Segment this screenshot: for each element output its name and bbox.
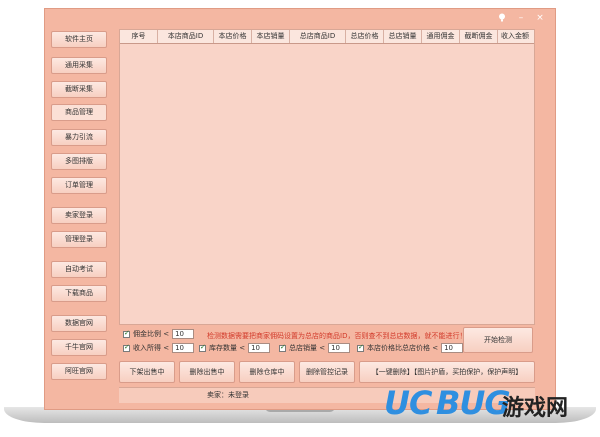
delete-control-record-button[interactable]: 删除管控记录 [299,361,355,383]
app-window: – × 软件主页 通用采集 截断采集 商品管理 暴力引流 多图排版 订单管理 卖… [44,8,556,410]
stock-checkbox[interactable] [199,343,206,352]
column-header[interactable]: 序号 [120,30,158,43]
sidebar-item-multi-image[interactable]: 多图排版 [51,153,107,170]
price-checkbox[interactable] [357,343,364,352]
table-header: 序号 本店商品ID 本店价格 本店销量 总店商品ID 总店价格 总店销量 通用佣… [120,30,534,44]
one-click-delete-button[interactable]: 【一键删除】【图片护盾，买拍保护，保护声明】 [359,361,535,383]
sales-label: 总店销量 < [289,344,326,352]
column-header[interactable]: 总店销量 [384,30,422,43]
delist-selling-button[interactable]: 下架出售中 [119,361,175,383]
delete-selling-button[interactable]: 删除出售中 [179,361,235,383]
income-filter: 收入所得 < 10 [123,343,195,353]
watermark-cn: 游戏网 [502,395,569,421]
column-header[interactable]: 总店价格 [346,30,384,43]
sidebar-item-data-site[interactable]: 数据官网 [51,315,107,332]
sidebar-item-seller-login[interactable]: 卖家登录 [51,207,107,224]
income-input[interactable]: 10 [172,343,195,353]
sidebar-item-auto-exam[interactable]: 自动考试 [51,261,107,278]
start-check-button[interactable]: 开始检测 [463,327,533,353]
watermark-bug: BUG [436,384,511,422]
sales-filter: 总店销量 < 10 [279,343,351,353]
column-header[interactable]: 本店商品ID [158,30,214,43]
column-header[interactable]: 本店销量 [252,30,290,43]
column-header[interactable]: 截断佣金 [460,30,498,43]
product-table[interactable]: 序号 本店商品ID 本店价格 本店销量 总店商品ID 总店价格 总店销量 通用佣… [119,29,535,325]
stock-label: 库存数量 < [209,344,246,352]
sidebar-item-awang-site[interactable]: 阿旺官网 [51,363,107,380]
income-checkbox[interactable] [123,343,130,352]
title-bar: – × [45,9,555,29]
sidebar-item-admin-login[interactable]: 管理登录 [51,231,107,248]
sidebar-item-qianniu-site[interactable]: 千牛官网 [51,339,107,356]
delete-warehouse-button[interactable]: 删除仓库中 [239,361,295,383]
stock-filter: 库存数量 < 10 [199,343,271,353]
price-label: 本店价格比总店价格 < [367,344,439,352]
sidebar-item-traffic[interactable]: 暴力引流 [51,129,107,146]
income-label: 收入所得 < [133,344,170,352]
sales-input[interactable]: 10 [328,343,351,353]
sidebar-item-download[interactable]: 下载商品 [51,285,107,302]
commission-input[interactable]: 10 [172,329,195,339]
stock-input[interactable]: 10 [248,343,271,353]
sales-checkbox[interactable] [279,343,286,352]
column-header[interactable]: 总店商品ID [290,30,346,43]
sidebar-item-orders[interactable]: 订单管理 [51,177,107,194]
commission-label: 佣金比例 < [133,330,170,338]
column-header[interactable]: 本店价格 [214,30,252,43]
lamp-icon[interactable] [497,13,507,25]
commission-filter: 佣金比例 < 10 [123,329,195,339]
sidebar-item-product-manage[interactable]: 商品管理 [51,104,107,121]
price-filter: 本店价格比总店价格 < 10 [357,343,464,353]
close-icon[interactable]: × [535,13,545,25]
sidebar-item-home[interactable]: 软件主页 [51,31,107,48]
warning-text: 检测数据需要把商家佣码设置为总店的商品ID，否则查不到总店数据，就不能进行！ [207,332,467,340]
sidebar-item-general-collect[interactable]: 通用采集 [51,57,107,74]
sidebar-item-cutoff-collect[interactable]: 截断采集 [51,81,107,98]
commission-checkbox[interactable] [123,329,130,338]
watermark-uc: UC [384,384,432,422]
minimize-icon[interactable]: – [516,13,526,25]
window-controls: – × [497,13,545,25]
column-header[interactable]: 收入金额 [498,30,532,43]
ucbug-watermark-logo: UC BUG 游戏网 [384,384,594,424]
column-header[interactable]: 通用佣金 [422,30,460,43]
price-input[interactable]: 10 [441,343,464,353]
seller-status: 卖家：未登录 [207,391,249,399]
